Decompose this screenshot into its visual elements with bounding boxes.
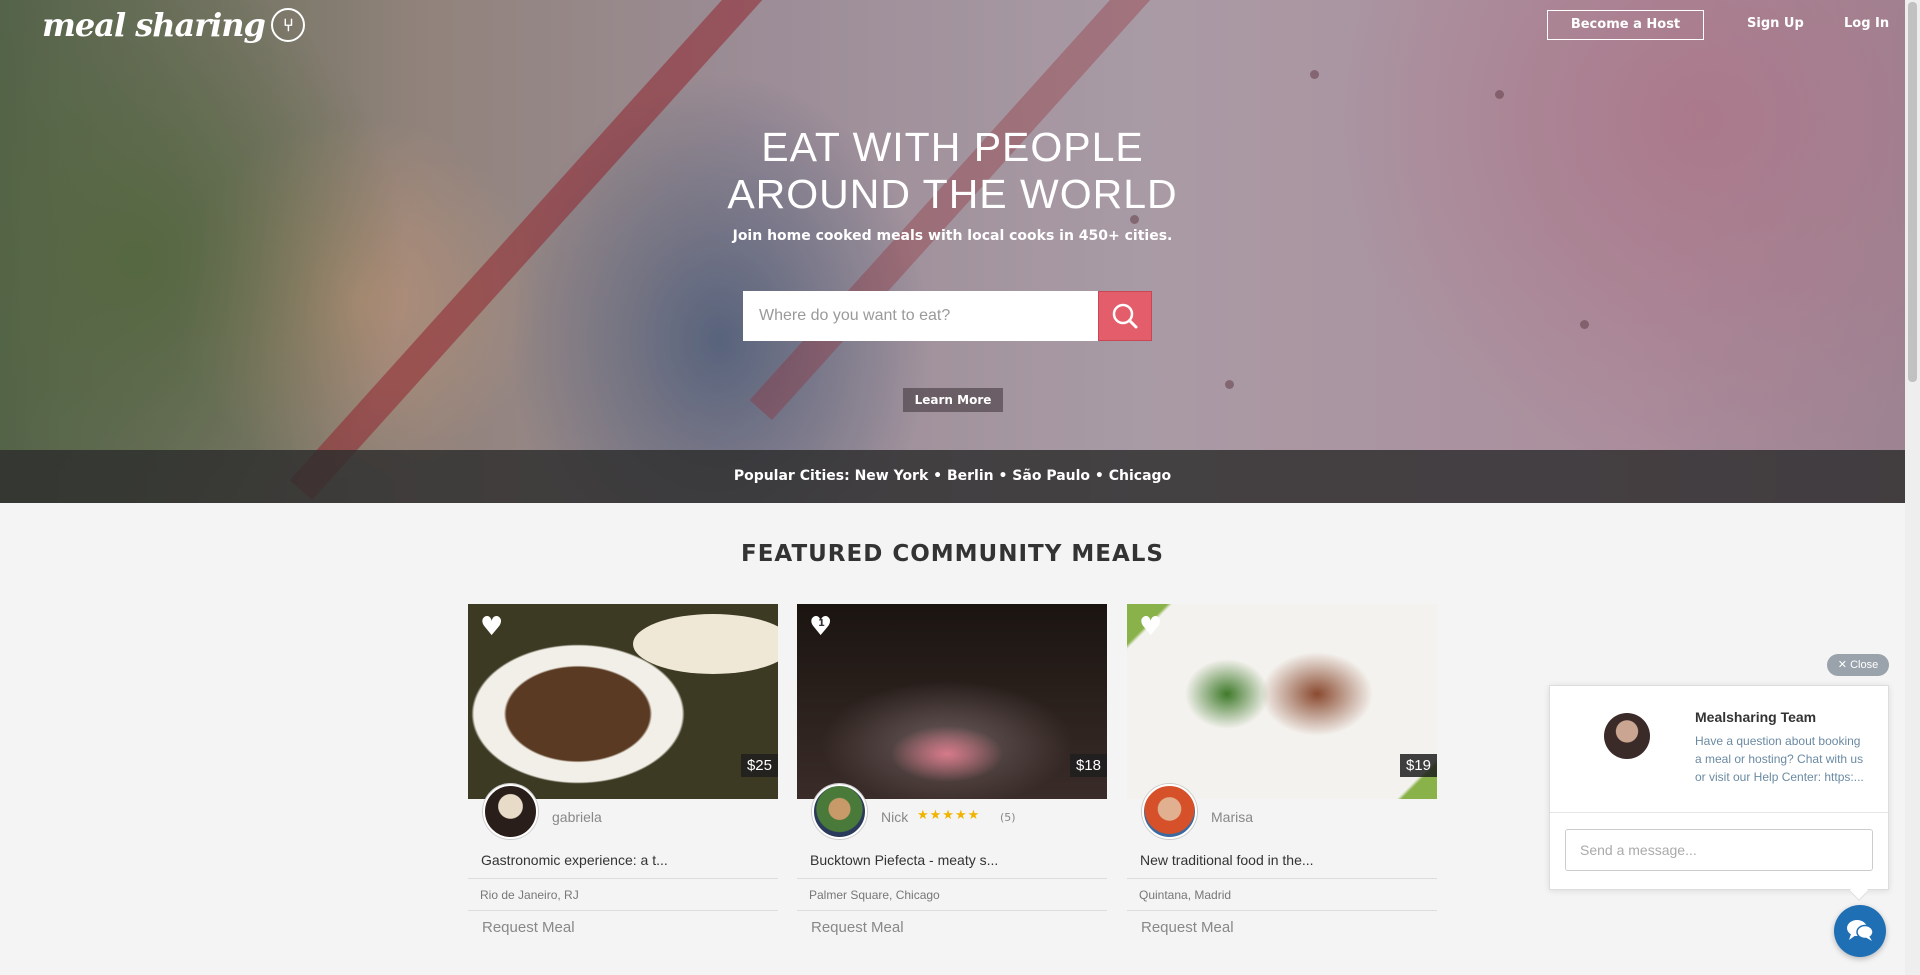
meal-image[interactable]: ♥ $25 bbox=[468, 604, 778, 799]
host-avatar[interactable] bbox=[812, 784, 867, 839]
host-name[interactable]: Marisa bbox=[1211, 809, 1253, 825]
meal-title[interactable]: Bucktown Piefecta - meaty s... bbox=[797, 841, 1107, 879]
become-host-button[interactable]: Become a Host bbox=[1547, 10, 1704, 40]
meal-image[interactable]: ♥ 1 $18 bbox=[797, 604, 1107, 799]
hero-headline: EAT WITH PEOPLE AROUND THE WORLD bbox=[0, 124, 1905, 218]
meal-card[interactable]: ♥ $19 Marisa New traditional food in the… bbox=[1127, 604, 1437, 944]
background-rivet bbox=[1495, 90, 1504, 99]
host-name[interactable]: Nick bbox=[881, 809, 908, 825]
chat-agent-name: Mealsharing Team bbox=[1695, 709, 1817, 725]
headline-line-2: AROUND THE WORLD bbox=[727, 171, 1178, 217]
search-input[interactable] bbox=[743, 291, 1098, 341]
chat-bubbles-icon bbox=[1847, 920, 1874, 941]
chat-panel: Mealsharing Team Have a question about b… bbox=[1549, 685, 1889, 890]
meal-location: Rio de Janeiro, RJ bbox=[468, 879, 778, 911]
host-avatar[interactable] bbox=[1142, 784, 1197, 839]
side-plate bbox=[633, 614, 778, 674]
chat-launcher-button[interactable] bbox=[1834, 905, 1886, 957]
rating-stars: ★★★★★ bbox=[917, 808, 981, 823]
likes-count: 1 bbox=[818, 618, 825, 629]
review-count: (5) bbox=[1000, 811, 1016, 824]
price-tag: $19 bbox=[1399, 754, 1437, 777]
chat-agent-avatar bbox=[1604, 713, 1650, 759]
chat-message[interactable]: Have a question about booking a meal or … bbox=[1695, 732, 1870, 786]
meal-card[interactable]: ♥ $25 gabriela Gastronomic experience: a… bbox=[468, 604, 778, 944]
page-scrollbar[interactable] bbox=[1905, 0, 1920, 975]
chat-message-input[interactable] bbox=[1565, 829, 1873, 871]
background-rivet bbox=[1310, 70, 1319, 79]
meal-location: Palmer Square, Chicago bbox=[797, 879, 1107, 911]
meal-card[interactable]: ♥ 1 $18 Nick ★★★★★ (5) Bucktown Piefecta… bbox=[797, 604, 1107, 944]
search-bar bbox=[743, 291, 1152, 341]
sign-up-link[interactable]: Sign Up bbox=[1747, 16, 1804, 31]
scrollbar-thumb[interactable] bbox=[1908, 2, 1917, 382]
headline-line-1: EAT WITH PEOPLE bbox=[761, 124, 1144, 170]
host-row: Nick ★★★★★ (5) bbox=[797, 784, 1107, 841]
logo-fork-icon: ⑂ bbox=[270, 8, 305, 42]
heart-icon[interactable]: ♥ bbox=[1139, 614, 1162, 640]
log-in-link[interactable]: Log In bbox=[1844, 16, 1889, 31]
chat-close-button[interactable]: ✕ Close bbox=[1827, 654, 1889, 676]
request-meal-button[interactable]: Request Meal bbox=[1127, 911, 1437, 944]
search-icon bbox=[1112, 303, 1138, 329]
meal-location: Quintana, Madrid bbox=[1127, 879, 1437, 911]
meal-title[interactable]: Gastronomic experience: a t... bbox=[468, 841, 778, 879]
site-logo[interactable]: meal sharing ⑂ bbox=[42, 6, 305, 44]
host-avatar[interactable] bbox=[483, 784, 538, 839]
popular-cities-bar[interactable]: Popular Cities: New York • Berlin • São … bbox=[0, 450, 1905, 503]
hero-banner bbox=[0, 0, 1905, 503]
request-meal-button[interactable]: Request Meal bbox=[797, 911, 1107, 944]
search-button[interactable] bbox=[1098, 291, 1152, 341]
meal-image[interactable]: ♥ $19 bbox=[1127, 604, 1437, 799]
section-title: FEATURED COMMUNITY MEALS bbox=[741, 541, 1164, 567]
background-rivet bbox=[1225, 380, 1234, 389]
meal-title[interactable]: New traditional food in the... bbox=[1127, 841, 1437, 879]
price-tag: $25 bbox=[740, 754, 778, 777]
host-row: Marisa bbox=[1127, 784, 1437, 841]
request-meal-button[interactable]: Request Meal bbox=[468, 911, 778, 944]
background-rivet bbox=[1580, 320, 1589, 329]
host-name[interactable]: gabriela bbox=[552, 809, 602, 825]
learn-more-button[interactable]: Learn More bbox=[903, 388, 1003, 412]
price-tag: $18 bbox=[1069, 754, 1107, 777]
logo-text: meal sharing bbox=[42, 6, 266, 44]
hero-subline: Join home cooked meals with local cooks … bbox=[732, 228, 1173, 244]
host-row: gabriela bbox=[468, 784, 778, 841]
chat-divider bbox=[1550, 812, 1888, 813]
background-stripe bbox=[289, 0, 781, 501]
heart-icon[interactable]: ♥ bbox=[480, 614, 503, 640]
